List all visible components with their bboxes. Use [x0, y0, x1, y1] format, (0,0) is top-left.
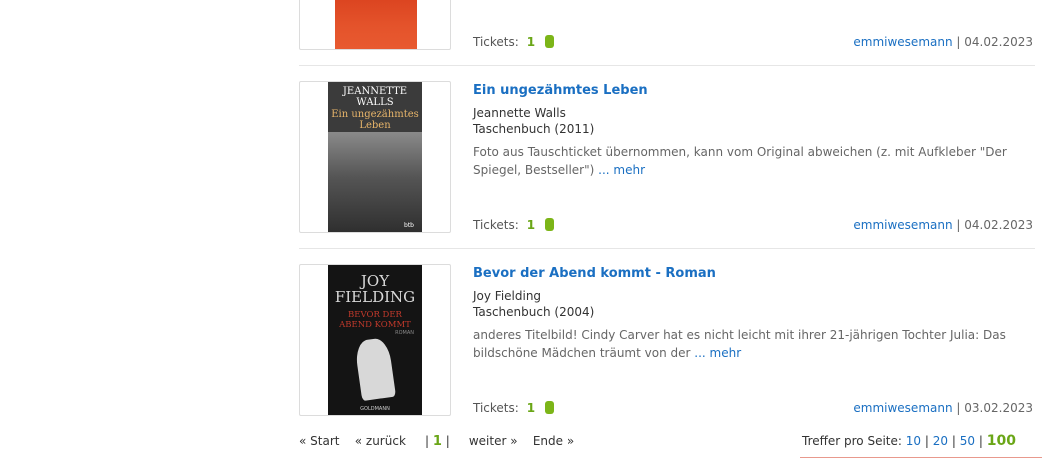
per-page-option-10[interactable]: 10 [906, 434, 921, 448]
cover-dress-image [353, 336, 397, 402]
separator: | [924, 434, 929, 448]
tickets-count: 1 [526, 218, 536, 232]
per-page-underline [800, 457, 1042, 458]
page-start-link[interactable]: « Start [299, 434, 339, 448]
book-author: Joy Fielding [473, 289, 542, 303]
ticket-pill-icon [545, 35, 555, 48]
book-format: Taschenbuch (2004) [473, 305, 595, 319]
page-end-link[interactable]: Ende » [533, 434, 574, 448]
tickets-count: 1 [526, 401, 536, 415]
book-cover[interactable]: JEANNETTE WALLS Ein ungezähmtes Leben bt… [299, 81, 451, 233]
per-page-label: Treffer pro Seite: [802, 434, 902, 448]
cover-title-line: ABEND KOMMT [339, 320, 411, 330]
book-description: anderes Titelbild! Cindy Carver hat es n… [473, 326, 1033, 362]
divider [299, 248, 1035, 249]
user-link[interactable]: emmiwesemann [853, 35, 952, 49]
cover-publisher: btb [404, 222, 414, 229]
separator: | [424, 434, 430, 448]
book-item: JEANNETTE WALLS Ein ungezähmtes Leben bt… [299, 81, 1035, 241]
book-author: Jeannette Walls [473, 106, 566, 120]
divider [299, 65, 1035, 66]
per-page-option-100-selected[interactable]: 100 [987, 433, 1016, 449]
cover-publisher: GOLDMANN [360, 406, 390, 412]
cover-author-line: WALLS [356, 97, 394, 108]
separator: | [956, 401, 961, 415]
cover-author-line: FIELDING [334, 288, 416, 306]
page-current: 1 [432, 434, 442, 449]
tickets-count: 1 [526, 35, 536, 49]
book-title-link[interactable]: Ein ungezähmtes Leben [473, 83, 648, 98]
description-text: Foto aus Tauschticket übernommen, kann v… [473, 145, 1007, 177]
tickets-info: Tickets: 1 [473, 35, 555, 49]
cover-image: JEANNETTE WALLS Ein ungezähmtes Leben bt… [328, 82, 422, 232]
cover-author-line: JEANNETTE [342, 86, 408, 97]
tickets-label: Tickets: [473, 401, 519, 415]
separator: | [978, 434, 983, 448]
separator: | [445, 434, 450, 448]
cover-title-line: BEVOR DER [348, 310, 402, 320]
separator: | [956, 218, 961, 232]
tickets-info: Tickets: 1 [473, 401, 555, 415]
user-date: emmiwesemann | 03.02.2023 [853, 401, 1033, 415]
tickets-label: Tickets: [473, 35, 519, 49]
ticket-pill-icon [545, 401, 555, 414]
cover-author: JEANNETTE WALLS [328, 86, 422, 108]
ticket-pill-icon [545, 218, 555, 231]
post-date: 04.02.2023 [964, 218, 1033, 232]
book-title-link[interactable]: Bevor der Abend kommt - Roman [473, 266, 716, 281]
cover-title-line: Ein ungezähmtes [331, 109, 419, 120]
separator: | [956, 35, 961, 49]
cover-title-line: Leben [359, 120, 391, 131]
separator: | [951, 434, 956, 448]
cover-tag: ROMAN [395, 330, 414, 336]
book-format: Taschenbuch (2011) [473, 122, 595, 136]
cover-author-line: JOY [360, 272, 390, 290]
book-item: Tickets: 1 emmiwesemann | 04.02.2023 [299, 0, 1035, 60]
page-next-link[interactable]: weiter » [469, 434, 518, 448]
pagination: « Start « zurück | 1 | weiter » Ende » [299, 434, 574, 449]
page-prev-link[interactable]: « zurück [355, 434, 406, 448]
user-link[interactable]: emmiwesemann [853, 401, 952, 415]
post-date: 03.02.2023 [964, 401, 1033, 415]
more-link[interactable]: ... mehr [598, 163, 645, 177]
per-page-selector: Treffer pro Seite: 10 | 20 | 50 | 100 [802, 433, 1016, 449]
tickets-info: Tickets: 1 [473, 218, 555, 232]
user-link[interactable]: emmiwesemann [853, 218, 952, 232]
post-date: 04.02.2023 [964, 35, 1033, 49]
cover-photo [328, 132, 422, 232]
cover-image: JOY FIELDING BEVOR DER ABEND KOMMT ROMAN… [328, 265, 422, 415]
user-date: emmiwesemann | 04.02.2023 [853, 35, 1033, 49]
tickets-label: Tickets: [473, 218, 519, 232]
per-page-option-50[interactable]: 50 [960, 434, 975, 448]
more-link[interactable]: ... mehr [694, 346, 741, 360]
user-date: emmiwesemann | 04.02.2023 [853, 218, 1033, 232]
per-page-option-20[interactable]: 20 [933, 434, 948, 448]
cover-image [335, 0, 417, 49]
book-description: Foto aus Tauschticket übernommen, kann v… [473, 143, 1033, 179]
cover-title: Ein ungezähmtes Leben [328, 109, 422, 131]
book-cover[interactable]: JOY FIELDING BEVOR DER ABEND KOMMT ROMAN… [299, 264, 451, 416]
book-cover[interactable] [299, 0, 451, 50]
book-item: JOY FIELDING BEVOR DER ABEND KOMMT ROMAN… [299, 264, 1035, 424]
cover-title: BEVOR DER ABEND KOMMT [328, 310, 422, 330]
